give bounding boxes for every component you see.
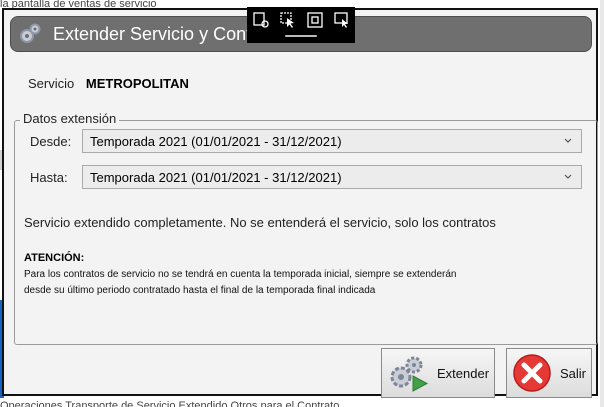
extend-service-dialog: Extender Servicio y Contratos Servicio M… — [2, 8, 598, 398]
pointer-select-icon[interactable] — [279, 11, 297, 29]
background-text-bottom: Operaciones Transporte de Servicio Exten… — [0, 400, 340, 407]
status-message: Servicio extendido completamente. No se … — [24, 215, 496, 230]
chevron-down-icon — [564, 174, 572, 179]
settings-window-icon[interactable] — [252, 11, 270, 29]
frame-icon[interactable] — [306, 11, 324, 29]
desde-label: Desde: — [30, 134, 72, 149]
salir-button[interactable]: Salir — [506, 348, 592, 398]
overlay-toolbar — [247, 7, 355, 43]
datos-extension-group — [14, 120, 598, 345]
atencion-line-2: desde su último periodo contratado hasta… — [24, 285, 376, 296]
toolbar-grip[interactable] — [285, 35, 317, 37]
chevron-down-icon — [564, 138, 572, 143]
atencion-line-1: Para los contratos de servicio no se ten… — [24, 269, 457, 280]
atencion-title: ATENCIÓN: — [24, 252, 85, 264]
hasta-selected-value: Temporada 2021 (01/01/2021 - 31/12/2021) — [90, 169, 342, 185]
servicio-label: Servicio — [28, 76, 75, 91]
desde-select[interactable]: Temporada 2021 (01/01/2021 - 31/12/2021) — [82, 129, 582, 153]
extender-button[interactable]: Extender — [381, 348, 495, 398]
extender-label: Extender — [437, 365, 490, 381]
atencion-text: Para los contratos de servicio no se ten… — [24, 267, 584, 299]
gears-icon — [20, 23, 41, 43]
refresh-window-icon[interactable] — [333, 11, 351, 29]
close-circle-icon — [513, 354, 551, 392]
hasta-select[interactable]: Temporada 2021 (01/01/2021 - 31/12/2021) — [82, 165, 582, 189]
servicio-value: METROPOLITAN — [85, 76, 189, 91]
hasta-label: Hasta: — [30, 170, 68, 185]
background-scroll-area — [600, 0, 604, 407]
salir-label: Salir — [560, 365, 587, 381]
desde-selected-value: Temporada 2021 (01/01/2021 - 31/12/2021) — [90, 133, 342, 149]
servicio-row: Servicio METROPOLITAN — [28, 76, 189, 91]
gears-play-icon — [390, 356, 429, 392]
group-title: Datos extensión — [20, 111, 120, 126]
